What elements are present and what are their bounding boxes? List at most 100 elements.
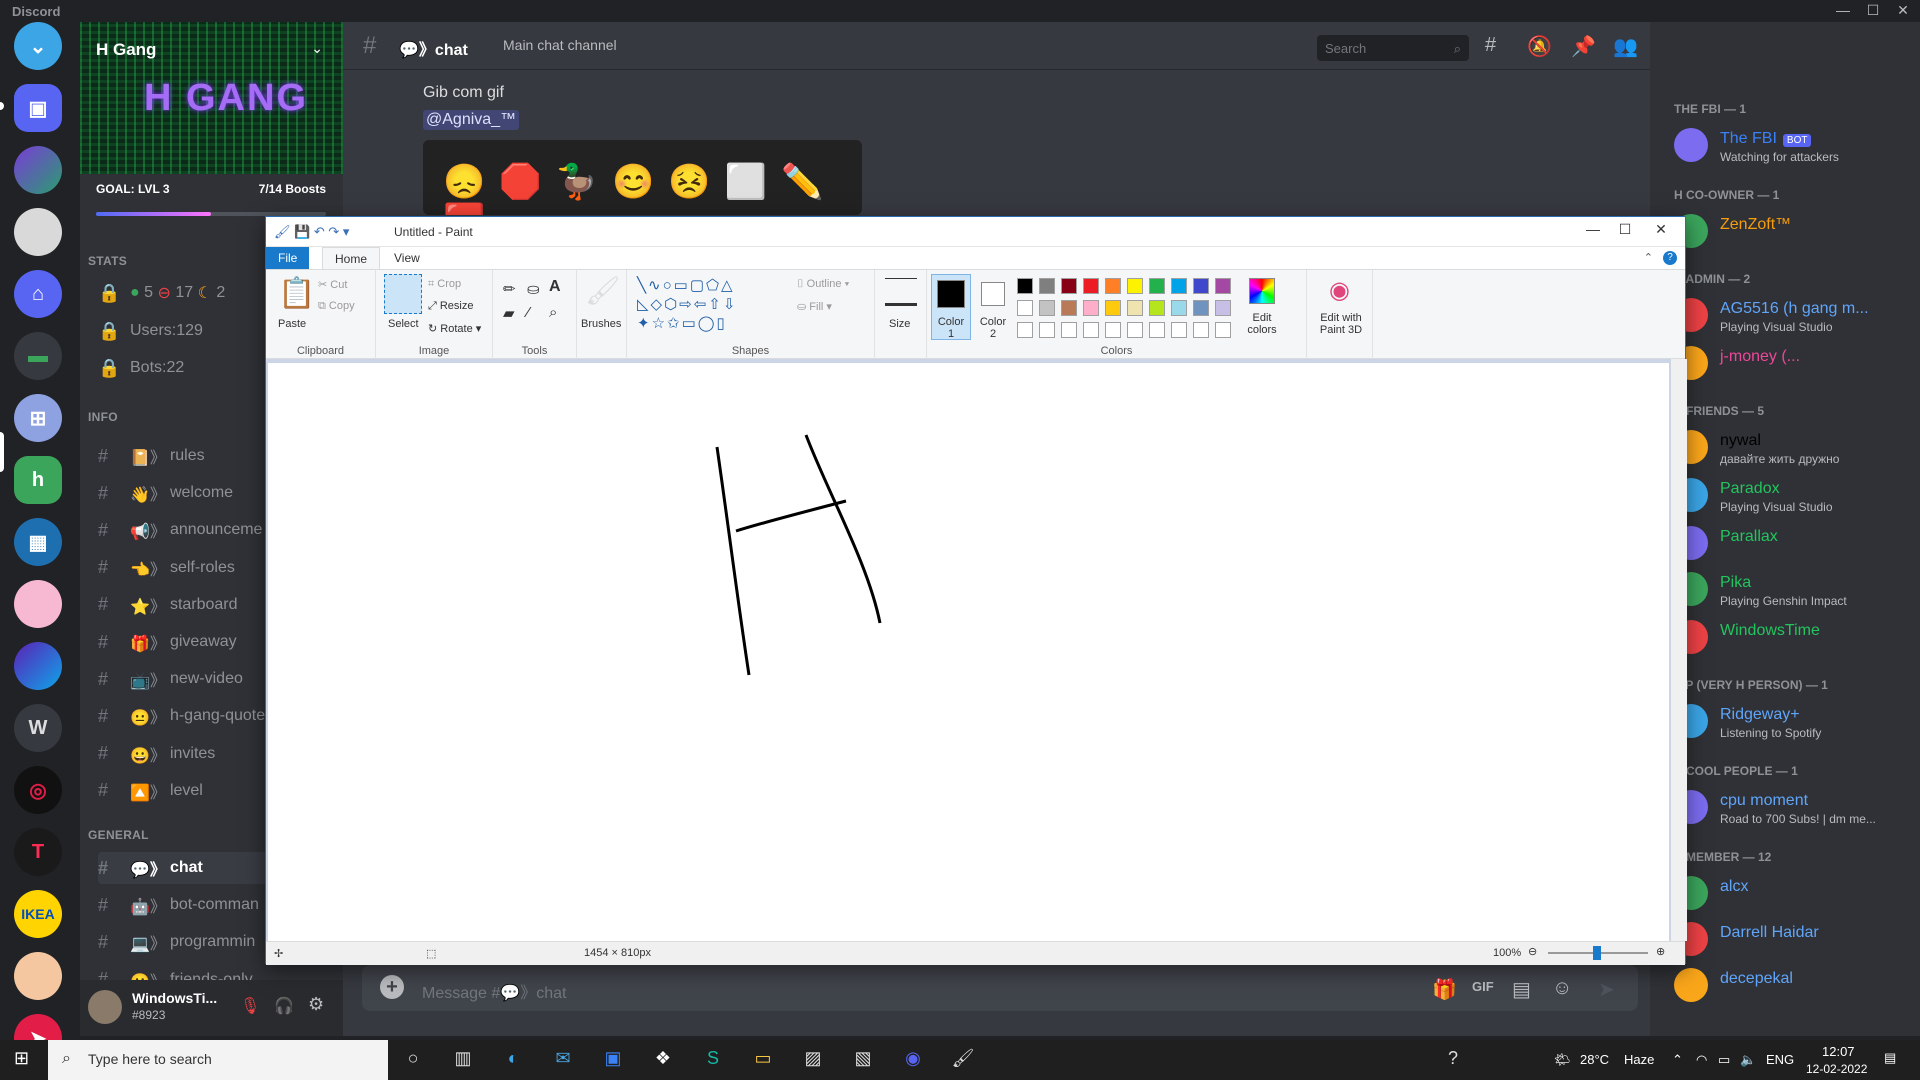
category-general[interactable]: GENERAL	[88, 828, 149, 842]
ribbon-collapse-icon[interactable]: ⌃	[1644, 251, 1653, 264]
member-item[interactable]: alcx	[1674, 872, 1914, 916]
dropbox-icon[interactable]: ❖	[650, 1048, 676, 1072]
zoom-out-button[interactable]: ⊖	[1528, 945, 1537, 958]
task-view-icon[interactable]: ▥	[450, 1048, 476, 1072]
palette-swatch[interactable]	[1193, 278, 1209, 294]
palette-swatch-empty[interactable]	[1127, 322, 1143, 338]
app-icon[interactable]: ▧	[850, 1048, 876, 1072]
pin-icon[interactable]: 📌	[1571, 34, 1596, 59]
vertical-scrollbar[interactable]	[1671, 359, 1687, 941]
tray-chevron-icon[interactable]: ⌃	[1672, 1052, 1683, 1068]
palette-swatch[interactable]	[1149, 278, 1165, 294]
palette-swatch[interactable]	[1127, 300, 1143, 316]
threads-icon[interactable]: #	[1485, 34, 1496, 57]
zoom-slider-thumb[interactable]	[1593, 946, 1601, 960]
tab-file[interactable]: File	[266, 247, 310, 269]
network-icon[interactable]: ◠	[1696, 1052, 1707, 1068]
quick-access-toolbar[interactable]: 🖌 💾 ↶ ↷ ▾	[274, 224, 349, 240]
palette-swatch-empty[interactable]	[1083, 322, 1099, 338]
member-item[interactable]: AG5516 (h gang m... Playing Visual Studio	[1674, 294, 1914, 338]
tab-view[interactable]: View	[382, 247, 432, 269]
notification-icon[interactable]: ▤	[1884, 1050, 1896, 1066]
palette-swatch[interactable]	[1083, 278, 1099, 294]
server-icon[interactable]: ▦	[14, 518, 62, 566]
size-button[interactable]: Size	[889, 318, 910, 330]
taskbar-search[interactable]: ⌕ Type here to search	[48, 1040, 388, 1080]
category-info[interactable]: INFO	[88, 410, 118, 424]
rotate-button[interactable]: ↻ Rotate ▾	[428, 322, 481, 335]
server-icon[interactable]: IKEA	[14, 890, 62, 938]
app-icon[interactable]: S	[700, 1048, 726, 1072]
emoji-icon[interactable]: ☺	[1552, 977, 1572, 1000]
server-icon[interactable]: ⊞	[14, 394, 62, 442]
windows-icon[interactable]: ⊞	[14, 1048, 34, 1068]
fill-icon[interactable]: ⛀	[527, 280, 540, 298]
category-stats[interactable]: STATS	[88, 254, 127, 268]
tab-home[interactable]: Home	[322, 247, 381, 269]
weather-text[interactable]: Haze	[1624, 1052, 1654, 1067]
select-button[interactable]: Select	[388, 318, 419, 330]
paste-button[interactable]: Paste	[278, 318, 306, 330]
palette-swatch[interactable]	[1193, 300, 1209, 316]
language-indicator[interactable]: ENG	[1766, 1052, 1794, 1067]
server-icon[interactable]	[14, 146, 62, 194]
paint-icon[interactable]: 🖌	[950, 1048, 976, 1072]
server-icon[interactable]	[14, 642, 62, 690]
outline-button[interactable]: ⌷ Outline ▾	[797, 278, 849, 291]
edit-paint3d-button[interactable]: Edit with Paint 3D	[1311, 312, 1371, 336]
gift-icon[interactable]: 🎁	[1432, 977, 1457, 1002]
member-item[interactable]: The FBI BOT Watching for attackers	[1674, 124, 1914, 168]
brush-icon[interactable]: 🖌	[585, 274, 621, 307]
h-gang-server-icon[interactable]: h	[14, 456, 62, 504]
member-item[interactable]: Ridgeway+ Listening to Spotify	[1674, 700, 1914, 744]
palette-swatch-empty[interactable]	[1171, 322, 1187, 338]
sticker-icon[interactable]: ▤	[1512, 977, 1531, 1002]
cortana-icon[interactable]: ○	[400, 1048, 426, 1072]
palette-swatch[interactable]	[1127, 278, 1143, 294]
palette-swatch-empty[interactable]	[1193, 322, 1209, 338]
palette-swatch-empty[interactable]	[1215, 322, 1231, 338]
paint-close-button[interactable]: ✕	[1639, 221, 1683, 238]
clock-time[interactable]: 12:07	[1822, 1044, 1855, 1059]
file-explorer-icon[interactable]: ▭	[750, 1048, 776, 1072]
resize-button[interactable]: ⤢ Resize	[428, 300, 473, 313]
palette-swatch[interactable]	[1017, 300, 1033, 316]
server-icon[interactable]	[14, 208, 62, 256]
palette-swatch[interactable]	[1039, 278, 1055, 294]
palette-swatch-empty[interactable]	[1039, 322, 1055, 338]
eraser-icon[interactable]: ▰	[503, 304, 515, 322]
palette-swatch[interactable]	[1083, 300, 1099, 316]
palette-swatch[interactable]	[1171, 300, 1187, 316]
battery-icon[interactable]: ▭	[1718, 1052, 1730, 1068]
member-item[interactable]: j-money (...	[1674, 342, 1914, 386]
discord-icon[interactable]: ◉	[900, 1048, 926, 1072]
palette-swatch[interactable]	[1017, 278, 1033, 294]
message-input[interactable]: Message #💬》chat	[422, 979, 566, 1003]
brushes-button[interactable]: Brushes	[581, 318, 621, 330]
drawing-canvas[interactable]	[268, 363, 1669, 941]
member-list-icon[interactable]: 👥	[1613, 34, 1638, 59]
minimize-button[interactable]: —	[1830, 2, 1856, 18]
palette-swatch[interactable]	[1149, 300, 1165, 316]
server-icon[interactable]: ⌄	[14, 22, 62, 70]
member-item[interactable]: decepekal	[1674, 964, 1914, 1008]
guild-banner[interactable]: H Gang ⌄ H GANG	[80, 22, 343, 174]
server-icon[interactable]	[14, 580, 62, 628]
search-input[interactable]: Search ⌕	[1317, 35, 1469, 61]
send-icon[interactable]: ➤	[1598, 977, 1615, 1002]
close-button[interactable]: ✕	[1890, 2, 1916, 19]
server-icon[interactable]	[14, 952, 62, 1000]
fill-button[interactable]: ⛀ Fill ▾	[797, 300, 832, 313]
emoji-image[interactable]: 😞🛑🦆😊😣⬜✏️🟥	[423, 140, 862, 215]
server-icon[interactable]: ◎	[14, 766, 62, 814]
guild-name[interactable]: H Gang	[96, 40, 156, 60]
palette-swatch[interactable]	[1039, 300, 1055, 316]
gear-icon[interactable]: ⚙	[308, 994, 324, 1015]
zoom-in-button[interactable]: ⊕	[1656, 945, 1665, 958]
member-item[interactable]: nywal давайте жить дружно	[1674, 426, 1914, 470]
member-item[interactable]: Pika Playing Genshin Impact	[1674, 568, 1914, 612]
member-item[interactable]: cpu moment Road to 700 Subs! | dm me...	[1674, 786, 1914, 830]
explore-icon[interactable]: ▬	[14, 332, 62, 380]
gif-button[interactable]: GIF	[1472, 979, 1494, 994]
notification-icon[interactable]: 🔕	[1527, 34, 1552, 59]
